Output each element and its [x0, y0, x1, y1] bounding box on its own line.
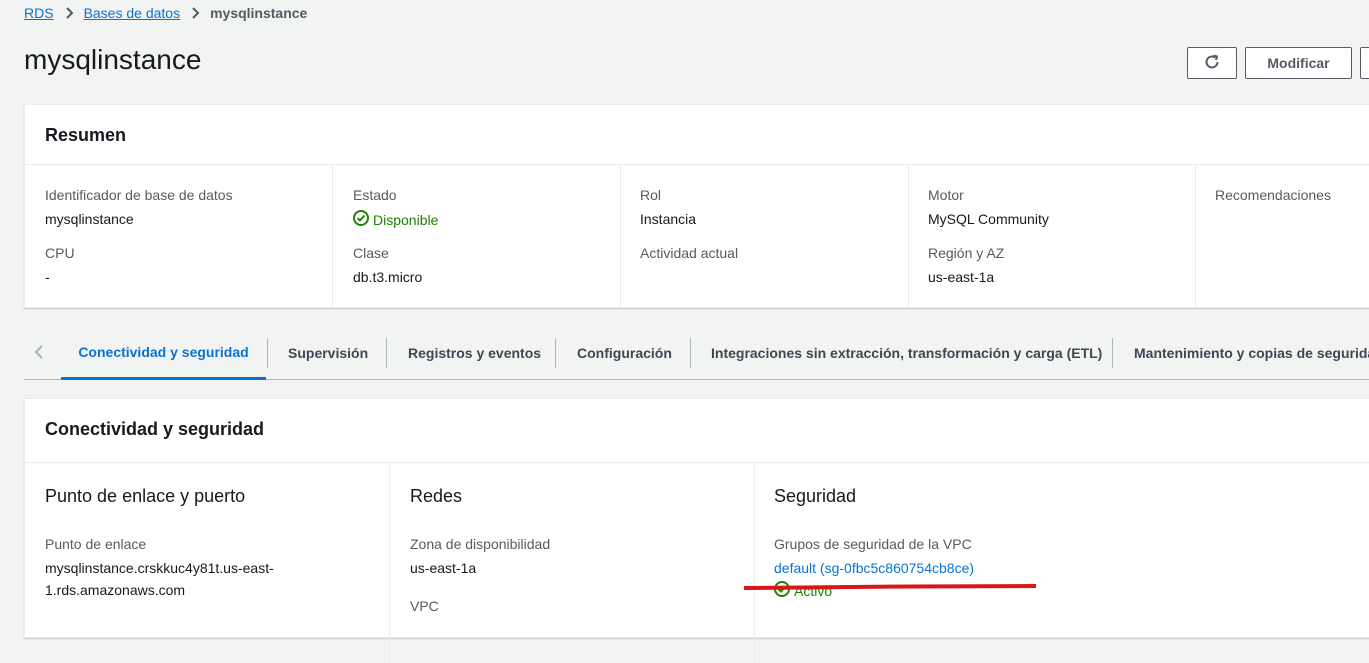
class-value: db.t3.micro	[353, 269, 423, 285]
summary-col-5: Recomendaciones	[1196, 165, 1369, 308]
security-section-title: Seguridad	[774, 486, 857, 506]
tab-divider	[267, 338, 268, 368]
network-section: Redes Zona de disponibilidad us-east-1a …	[390, 463, 755, 663]
tab-maintenance-backups[interactable]: Mantenimiento y copias de seguridad	[1134, 326, 1369, 380]
refresh-button[interactable]	[1187, 47, 1237, 79]
status-label: Estado	[353, 187, 397, 203]
current-activity-label: Actividad actual	[640, 245, 739, 261]
actions-button[interactable]	[1360, 47, 1369, 79]
summary-panel: Resumen Identificador de base de datos m…	[24, 104, 1369, 308]
role-value: Instancia	[640, 211, 697, 227]
tab-configuration[interactable]: Configuración	[577, 326, 672, 380]
tab-zero-etl[interactable]: Integraciones sin extracción, transforma…	[711, 326, 1102, 380]
connectivity-title: Conectividad y seguridad	[25, 399, 1369, 463]
vpc-label: VPC	[410, 598, 439, 614]
page-title: mysqlinstance	[24, 44, 202, 75]
summary-col-4: Motor MySQL Community Región y AZ us-eas…	[909, 165, 1196, 308]
db-id-value: mysqlinstance	[45, 211, 134, 227]
az-value: us-east-1a	[410, 560, 477, 576]
endpoint-value-line1: mysqlinstance.crskkuc4y81t.us-east-	[45, 560, 274, 576]
endpoint-section-title: Punto de enlace y puerto	[45, 486, 246, 506]
check-circle-icon	[353, 210, 369, 229]
role-label: Rol	[640, 187, 662, 203]
refresh-icon	[1203, 53, 1221, 74]
connectivity-panel: Conectividad y seguridad Punto de enlace…	[24, 398, 1369, 663]
red-underline-annotation	[744, 584, 1036, 590]
chevron-right-icon	[64, 7, 74, 19]
breadcrumb-rds-link[interactable]: RDS	[24, 5, 54, 21]
tab-connectivity[interactable]: Conectividad y seguridad	[61, 326, 266, 380]
chevron-right-icon	[190, 7, 200, 19]
region-label: Región y AZ	[928, 245, 1005, 261]
vpc-sg-link[interactable]: default (sg-0fbc5c860754cb8ce)	[774, 560, 974, 576]
recommendations-label: Recomendaciones	[1215, 187, 1331, 203]
network-section-title: Redes	[410, 486, 463, 506]
endpoint-section: Punto de enlace y puerto Punto de enlace…	[25, 463, 390, 663]
tab-divider	[386, 338, 387, 368]
az-label: Zona de disponibilidad	[410, 536, 551, 552]
db-id-label: Identificador de base de datos	[45, 187, 233, 203]
tab-divider	[690, 338, 691, 368]
class-label: Clase	[353, 245, 389, 261]
modify-button[interactable]: Modificar	[1245, 47, 1352, 79]
summary-title: Resumen	[25, 105, 1369, 165]
tab-logs-events[interactable]: Registros y eventos	[408, 326, 541, 380]
tab-divider	[1112, 338, 1113, 368]
tab-divider	[555, 338, 556, 368]
cpu-value: -	[45, 269, 50, 285]
breadcrumb-databases-link[interactable]: Bases de datos	[84, 5, 181, 21]
tab-bar: Conectividad y seguridad Supervisión Reg…	[24, 326, 1369, 380]
summary-col-2: Estado Disponible Clase db.t3.micro	[333, 165, 621, 308]
status-value: Disponible	[353, 210, 438, 229]
summary-col-3: Rol Instancia Actividad actual	[621, 165, 909, 308]
summary-col-1: Identificador de base de datos mysqlinst…	[25, 165, 333, 308]
region-value: us-east-1a	[928, 269, 995, 285]
vpc-sg-label: Grupos de seguridad de la VPC	[774, 536, 972, 552]
endpoint-value-line2: 1.rds.amazonaws.com	[45, 582, 186, 598]
endpoint-label: Punto de enlace	[45, 536, 147, 552]
tab-monitoring[interactable]: Supervisión	[288, 326, 368, 380]
status-text: Disponible	[373, 211, 439, 228]
security-section: Seguridad Grupos de seguridad de la VPC …	[755, 463, 1369, 663]
chevron-left-icon[interactable]	[34, 344, 44, 365]
breadcrumb: RDS Bases de datos mysqlinstance	[24, 4, 307, 22]
cpu-label: CPU	[45, 245, 75, 261]
engine-label: Motor	[928, 187, 964, 203]
engine-value: MySQL Community	[928, 211, 1049, 227]
breadcrumb-current: mysqlinstance	[210, 5, 308, 21]
